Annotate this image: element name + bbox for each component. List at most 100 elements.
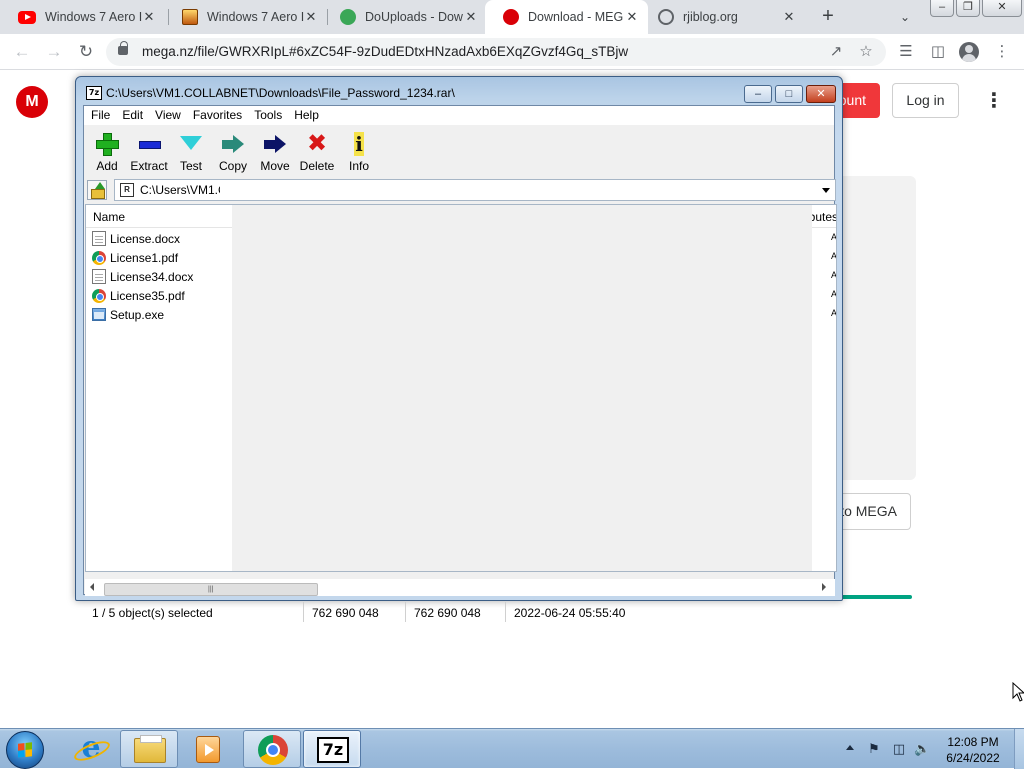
tab-rjiblog[interactable]: rjiblog.org ✕ — [640, 0, 805, 34]
file-name: License1.pdf — [110, 250, 179, 265]
close-button[interactable]: ✕ — [982, 0, 1022, 17]
volume-icon[interactable]: 🔈 — [914, 741, 930, 757]
system-clock[interactable]: 12:08 PM 6/24/2022 — [936, 734, 1010, 766]
add-button[interactable]: Add — [86, 127, 128, 176]
scroll-left-icon[interactable] — [90, 583, 94, 591]
mega-logo[interactable]: M — [16, 86, 48, 118]
taskbar: e 7z ⚑ ◫ 🔈 12:08 PM 6/24/2022 — [0, 728, 1024, 769]
taskbar-chrome[interactable] — [243, 730, 301, 768]
share-icon[interactable]: ↗ — [826, 42, 846, 62]
show-desktop-button[interactable] — [1014, 729, 1024, 769]
horizontal-scrollbar[interactable]: ||| — [85, 579, 835, 596]
scroll-thumb[interactable]: ||| — [104, 583, 318, 596]
close-tab-icon[interactable]: ✕ — [463, 9, 479, 25]
network-icon[interactable]: ◫ — [891, 741, 907, 757]
close-tab-icon[interactable]: ✕ — [624, 9, 640, 25]
move-button[interactable]: Move — [254, 127, 296, 176]
column-header-name[interactable]: Name — [93, 210, 125, 224]
folder-icon — [134, 735, 166, 763]
taskbar-media-player[interactable] — [179, 730, 237, 768]
info-button[interactable]: i Info — [338, 127, 380, 176]
url-text: mega.nz/file/GWRXRIpL#6xZC54F-9zDudEDtxH… — [142, 44, 629, 59]
minimize-button[interactable]: – — [930, 0, 954, 17]
extract-label: Extract — [130, 159, 168, 173]
file-attributes: A — [831, 251, 837, 261]
file-name: License35.pdf — [110, 288, 185, 303]
browser-tab-strip: Windows 7 Aero I ✕ Windows 7 Aero I ✕ Do… — [0, 0, 1024, 34]
menu-edit[interactable]: Edit — [116, 106, 149, 125]
menu-file[interactable]: File — [85, 106, 116, 125]
show-hidden-icons-icon[interactable] — [846, 745, 854, 750]
address-bar[interactable]: mega.nz/file/GWRXRIpL#6xZC54F-9zDudEDtxH… — [106, 38, 886, 66]
dropdown-arrow-icon[interactable] — [822, 188, 830, 193]
status-modified: 2022-06-24 05:55:40 — [514, 606, 626, 620]
tab-windows7-aero-2[interactable]: Windows 7 Aero I ✕ — [164, 0, 327, 34]
login-button[interactable]: Log in — [892, 83, 959, 118]
menu-bar: File Edit View Favorites Tools Help — [84, 106, 834, 125]
close-tab-icon[interactable]: ✕ — [303, 9, 319, 25]
file-name: Setup.exe — [110, 307, 165, 322]
taskbar-7zip[interactable]: 7z — [303, 730, 361, 768]
youtube-icon — [18, 10, 36, 24]
chrome-icon — [258, 735, 288, 765]
media-player-icon — [196, 736, 220, 763]
close-tab-icon[interactable]: ✕ — [141, 9, 157, 25]
path-text: C:\Users\VM1.C — [140, 183, 220, 197]
clock-date: 6/24/2022 — [946, 751, 1000, 765]
tab-douploads[interactable]: DoUploads - Dow ✕ — [322, 0, 487, 34]
close-button[interactable]: ✕ — [806, 85, 836, 103]
tab-title: rjiblog.org — [683, 10, 738, 24]
path-combobox[interactable]: R C:\Users\VM1.C — [114, 179, 836, 201]
status-divider — [405, 602, 406, 622]
restore-button[interactable]: ❐ — [956, 0, 980, 17]
taskbar-windows-explorer[interactable] — [120, 730, 178, 768]
copy-button[interactable]: Copy — [212, 127, 254, 176]
menu-tools[interactable]: Tools — [248, 106, 288, 125]
back-arrow-icon[interactable]: ← — [10, 41, 34, 63]
test-label: Test — [179, 159, 202, 173]
tab-title: Windows 7 Aero I — [45, 10, 143, 24]
close-tab-icon[interactable]: ✕ — [781, 9, 797, 25]
windows7-themes-icon — [182, 9, 198, 25]
side-panel-icon[interactable]: ◫ — [928, 42, 948, 62]
browser-menu-icon[interactable]: ⋮ — [992, 42, 1012, 62]
reload-icon[interactable]: ↻ — [74, 41, 98, 63]
minimize-button[interactable]: – — [744, 85, 772, 103]
action-center-flag-icon[interactable]: ⚑ — [866, 741, 882, 757]
start-button[interactable] — [6, 731, 44, 769]
profile-avatar-icon[interactable] — [959, 42, 979, 62]
status-packed-size: 762 690 048 — [414, 606, 481, 620]
delete-button[interactable]: ✖ Delete — [296, 127, 338, 176]
add-icon — [95, 132, 119, 156]
path-bar: R C:\Users\VM1.C — [85, 178, 836, 202]
sevenzip-toolbar: Add Extract Test Copy Move ✖ Delete i In… — [84, 127, 834, 176]
maximize-button[interactable]: □ — [775, 85, 803, 103]
internet-explorer-icon: e — [77, 733, 105, 763]
menu-favorites[interactable]: Favorites — [187, 106, 248, 125]
forward-arrow-icon[interactable]: → — [42, 41, 66, 63]
file-attributes: A — [831, 270, 837, 280]
bookmark-star-icon[interactable]: ☆ — [856, 42, 876, 62]
taskbar-internet-explorer[interactable]: e — [61, 730, 119, 768]
extract-icon — [137, 132, 161, 156]
menu-help[interactable]: Help — [288, 106, 325, 125]
folder-up-icon[interactable] — [87, 180, 107, 200]
tab-search-chevron-icon[interactable]: ⌄ — [896, 8, 914, 26]
tab-title: Windows 7 Aero I — [207, 10, 305, 24]
info-label: Info — [348, 159, 369, 173]
lock-icon — [118, 41, 128, 55]
scroll-right-icon[interactable] — [822, 583, 826, 591]
tab-windows7-aero-1[interactable]: Windows 7 Aero I ✕ — [0, 0, 165, 34]
extract-button[interactable]: Extract — [128, 127, 170, 176]
file-list[interactable]: Name ributes License.docx A License1.pdf… — [85, 204, 837, 572]
mega-menu-icon[interactable]: ⋮ — [984, 91, 1004, 112]
chrome-pdf-icon — [92, 288, 106, 303]
sevenzip-icon: 7z — [317, 737, 349, 763]
unpainted-list-region — [232, 205, 812, 571]
browser-window-controls: – ❐ ✕ — [930, 0, 1022, 17]
tab-mega-download[interactable]: Download - MEG ✕ — [485, 0, 648, 34]
new-tab-button[interactable]: + — [817, 6, 839, 28]
menu-view[interactable]: View — [149, 106, 187, 125]
test-button[interactable]: Test — [170, 127, 212, 176]
reading-list-icon[interactable]: ☰ — [896, 42, 916, 62]
